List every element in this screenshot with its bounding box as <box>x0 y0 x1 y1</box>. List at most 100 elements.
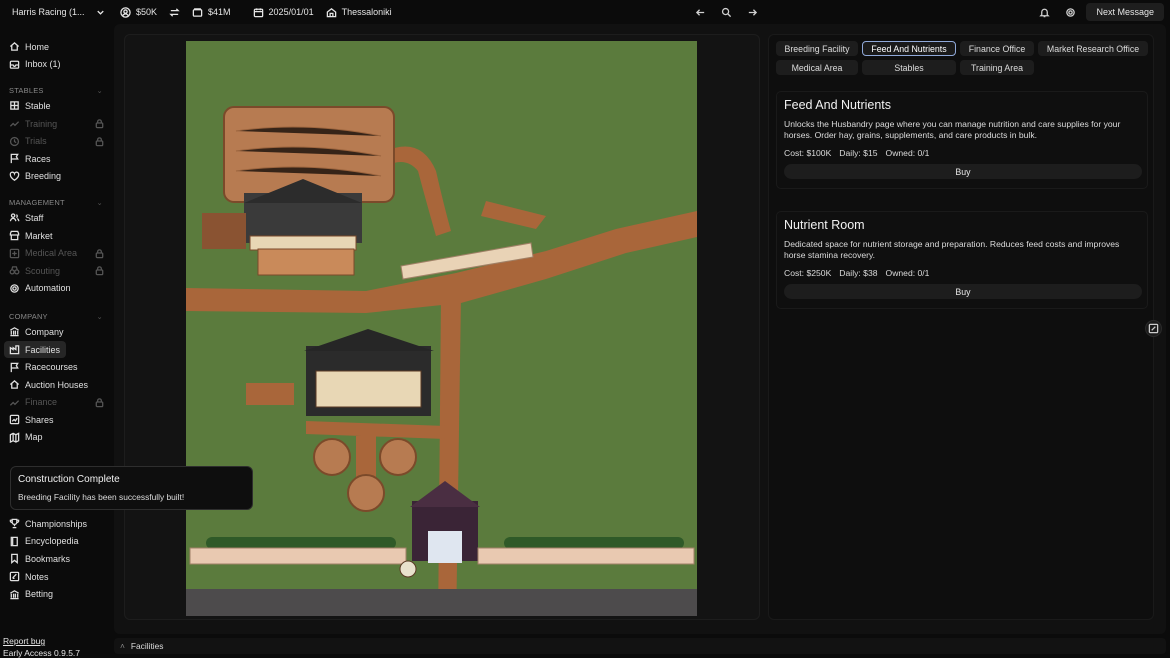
sidebar-item-label: Inbox (1) <box>25 59 61 70</box>
sidebar-item-facilities[interactable]: Facilities <box>4 340 66 359</box>
top-bar: Harris Racing (1... $50K $41M 2025/01/01… <box>0 0 1170 24</box>
sidebar-item-label: Racecourses <box>25 362 78 373</box>
sidebar-item-auction-houses[interactable]: Auction Houses <box>0 376 112 394</box>
team-name: Harris Racing (1... <box>12 7 85 17</box>
tab-medical-area[interactable]: Medical Area <box>776 60 858 75</box>
sidebar-item-label: Map <box>25 432 43 443</box>
sidebar-item-races[interactable]: Races <box>0 150 112 168</box>
sidebar-item-label: Shares <box>25 414 54 425</box>
flag-icon <box>9 153 20 164</box>
calendar-icon <box>253 7 264 18</box>
sidebar-item-label: Championships <box>25 518 88 529</box>
date-display[interactable]: 2025/01/01 <box>253 7 314 18</box>
location-display[interactable]: Thessaloniki <box>326 7 392 18</box>
buy-button[interactable]: Buy <box>784 164 1142 179</box>
forward-button[interactable] <box>742 3 762 21</box>
bell-icon <box>1039 7 1050 18</box>
notifications-button[interactable] <box>1034 3 1054 21</box>
lock-icon <box>94 397 105 408</box>
home-icon <box>9 41 20 52</box>
facility-description: Unlocks the Husbandry page where you can… <box>784 119 1121 140</box>
tab-finance-office[interactable]: Finance Office <box>960 41 1034 56</box>
sidebar-item-staff[interactable]: Staff <box>0 209 112 227</box>
sidebar-item-company[interactable]: Company <box>0 323 112 341</box>
buy-button[interactable]: Buy <box>784 284 1142 299</box>
sidebar-item-medical-area: Medical Area <box>0 244 112 262</box>
tab-stables[interactable]: Stables <box>862 60 956 75</box>
balance-value: $50K <box>136 7 158 17</box>
toast-title: Construction Complete <box>18 474 120 485</box>
team-select[interactable]: Harris Racing (1... <box>6 3 112 21</box>
tab-training-area[interactable]: Training Area <box>960 60 1034 75</box>
sidebar-item-label: Stable <box>25 100 51 111</box>
sidebar-item-label: Automation <box>25 283 71 294</box>
sidebar-item-label: Training <box>25 118 58 129</box>
sidebar-item-encyclopedia[interactable]: Encyclopedia <box>0 533 112 551</box>
facilities-map[interactable] <box>186 41 697 616</box>
back-button[interactable] <box>690 3 710 21</box>
sidebar-item-stable[interactable]: Stable <box>0 97 112 115</box>
status-bar: ˄ Facilities <box>114 638 1166 654</box>
sidebar: Home Inbox (1) STABLES ⌄ Stable Training … <box>0 24 112 658</box>
facility-daily: Daily: $38 <box>839 268 878 278</box>
arrow-left-icon <box>695 7 706 18</box>
net-worth-value: $41M <box>208 7 231 17</box>
search-button[interactable] <box>716 3 736 21</box>
sidebar-item-label: Trials <box>25 136 47 147</box>
construction-toast[interactable]: Construction Complete Breeding Facility … <box>10 466 253 510</box>
transfer-button[interactable] <box>169 7 180 18</box>
lock-icon <box>94 118 105 129</box>
sidebar-item-inbox[interactable]: Inbox (1) <box>0 56 112 74</box>
user-circle-icon <box>120 6 131 18</box>
location-value: Thessaloniki <box>341 7 392 17</box>
bookmark-icon <box>9 553 20 565</box>
tab-market-research-office[interactable]: Market Research Office <box>1038 41 1148 56</box>
store-icon <box>9 230 20 241</box>
date-value: 2025/01/01 <box>268 7 314 17</box>
settings-button[interactable] <box>1060 3 1080 21</box>
heart-icon <box>9 171 20 182</box>
section-header-management[interactable]: MANAGEMENT ⌄ <box>0 195 112 209</box>
sidebar-item-label: Encyclopedia <box>25 536 79 547</box>
gear-icon <box>1065 7 1076 18</box>
report-bug-link[interactable]: Report bug <box>3 636 45 646</box>
note-icon <box>9 571 20 582</box>
edit-side-button[interactable] <box>1145 320 1162 337</box>
facility-title: Feed And Nutrients <box>784 98 892 112</box>
sidebar-item-home[interactable]: Home <box>0 38 112 56</box>
tab-breeding-facility[interactable]: Breeding Facility <box>776 41 858 56</box>
section-title: STABLES <box>9 85 44 95</box>
binoculars-icon <box>9 265 20 276</box>
sidebar-item-label: Finance <box>25 397 58 408</box>
arrow-right-icon <box>747 7 758 18</box>
sidebar-item-betting[interactable]: Betting <box>0 585 112 603</box>
sidebar-item-shares[interactable]: Shares <box>0 411 112 429</box>
sidebar-item-label: Staff <box>25 212 44 223</box>
facility-daily: Daily: $15 <box>839 148 878 158</box>
section-header-company[interactable]: COMPANY ⌄ <box>0 309 112 323</box>
trend-icon <box>9 118 20 129</box>
flag-icon <box>9 362 20 373</box>
facility-cost: Cost: $250K <box>784 268 832 278</box>
sidebar-item-automation[interactable]: Automation <box>0 280 112 298</box>
breadcrumb[interactable]: Facilities <box>131 641 164 651</box>
sidebar-item-label: Market <box>25 230 53 241</box>
section-header-stables[interactable]: STABLES ⌄ <box>0 83 112 97</box>
sidebar-item-racecourses[interactable]: Racecourses <box>0 358 112 376</box>
next-message-button[interactable]: Next Message <box>1086 3 1164 21</box>
sidebar-item-championships[interactable]: Championships <box>0 515 112 533</box>
chevron-up-icon: ˄ <box>120 641 125 651</box>
inbox-icon <box>9 59 20 70</box>
tab-feed-and-nutrients[interactable]: Feed And Nutrients <box>862 41 956 56</box>
sidebar-item-breeding[interactable]: Breeding <box>0 168 112 186</box>
version-label: Early Access 0.9.5.7 <box>3 648 81 658</box>
bank-icon <box>9 589 20 600</box>
sidebar-item-notes[interactable]: Notes <box>0 568 112 586</box>
sidebar-item-bookmarks[interactable]: Bookmarks <box>0 550 112 568</box>
chevron-down-icon: ⌄ <box>96 197 103 207</box>
bank-icon <box>9 326 20 337</box>
sidebar-item-market[interactable]: Market <box>0 227 112 245</box>
sidebar-item-map[interactable]: Map <box>0 429 112 447</box>
chevron-down-icon: ⌄ <box>96 85 103 95</box>
wallet-icon <box>192 7 203 18</box>
